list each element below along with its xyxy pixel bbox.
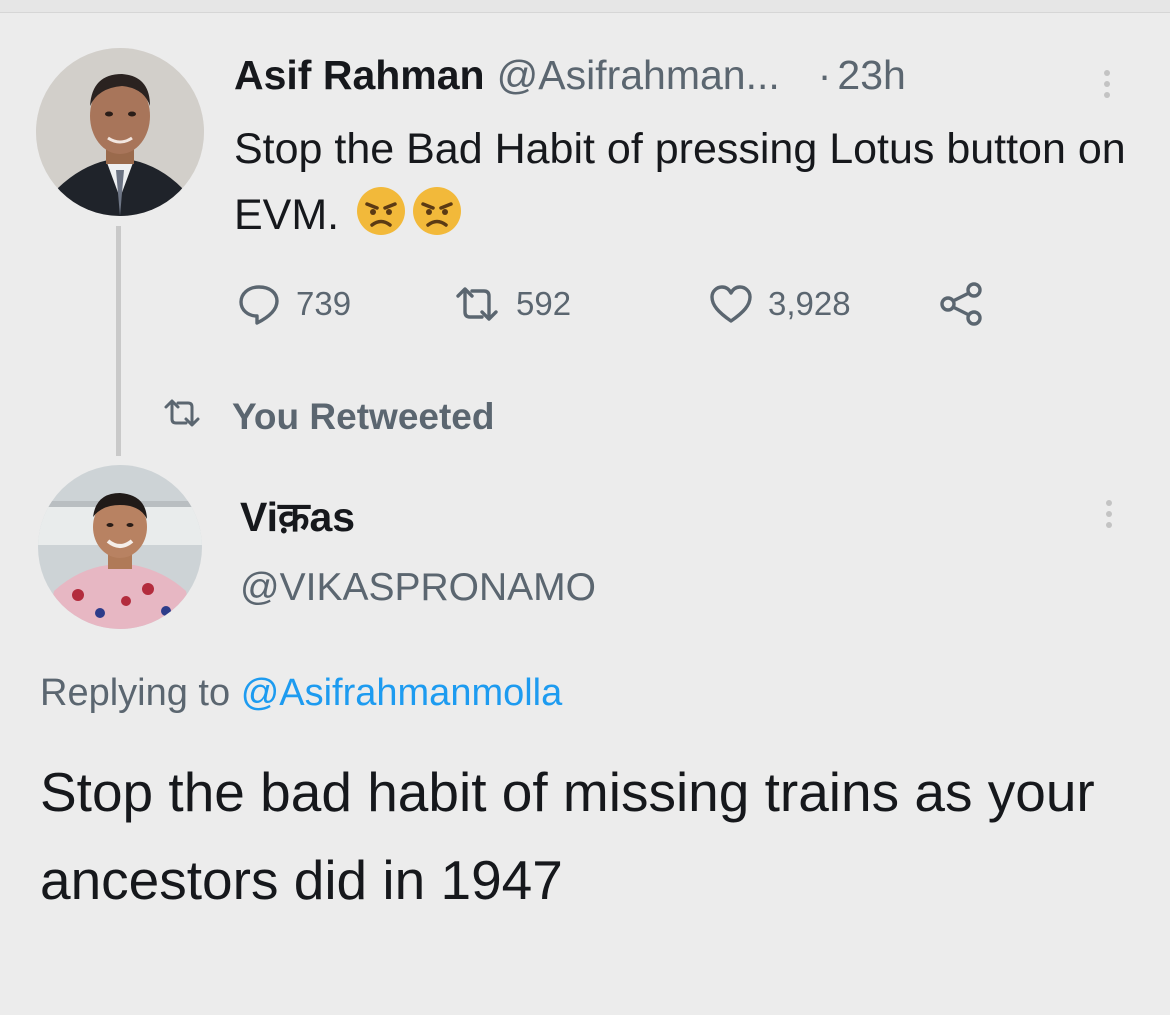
retweeted-icon (162, 396, 202, 438)
more-icon[interactable] (1104, 70, 1112, 98)
replying-prefix: Replying to (40, 672, 231, 714)
retweet-button[interactable]: 592 (452, 278, 571, 330)
retweeted-label: You Retweeted (232, 396, 495, 437)
reply-author-name[interactable]: Viक़as (240, 488, 355, 544)
angry-face-emoji (355, 185, 407, 256)
replying-mention-link[interactable]: @Asifrahmanmolla (241, 672, 563, 714)
like-count: 3,928 (768, 285, 851, 322)
share-icon (936, 281, 986, 327)
tweet-timestamp[interactable]: 23h (837, 52, 905, 99)
share-button[interactable] (936, 278, 986, 330)
tweet-header: Asif Rahman @Asifrahman... · 23h (234, 52, 906, 102)
top-divider (0, 0, 1170, 13)
like-button[interactable]: 3,928 (708, 278, 851, 330)
tweet-text: Stop the Bad Habit of pressing Lotus but… (234, 116, 1134, 256)
reply-icon (236, 281, 282, 327)
avatar-vikas[interactable] (38, 465, 202, 629)
dot-separator: · (817, 52, 832, 98)
replying-to: Replying to @Asifrahmanmolla (40, 672, 562, 715)
thread-line (116, 226, 121, 456)
reply-button[interactable]: 739 (236, 278, 351, 330)
reply-count: 739 (296, 285, 352, 322)
author-handle[interactable]: @Asifrahman... (497, 52, 780, 99)
author-name[interactable]: Asif Rahman (234, 52, 485, 99)
like-icon (708, 282, 754, 326)
retweeted-indicator: You Retweeted (162, 396, 494, 438)
avatar-asif-rahman[interactable] (36, 48, 204, 216)
reply-author-handle[interactable]: @VIKASPRONAMO (240, 566, 596, 610)
more-icon[interactable] (1106, 500, 1114, 528)
retweet-icon (452, 282, 502, 326)
reply-tweet-text: Stop the bad habit of missing trains as … (40, 761, 1095, 911)
angry-face-emoji (411, 185, 463, 256)
retweet-count: 592 (516, 285, 572, 322)
